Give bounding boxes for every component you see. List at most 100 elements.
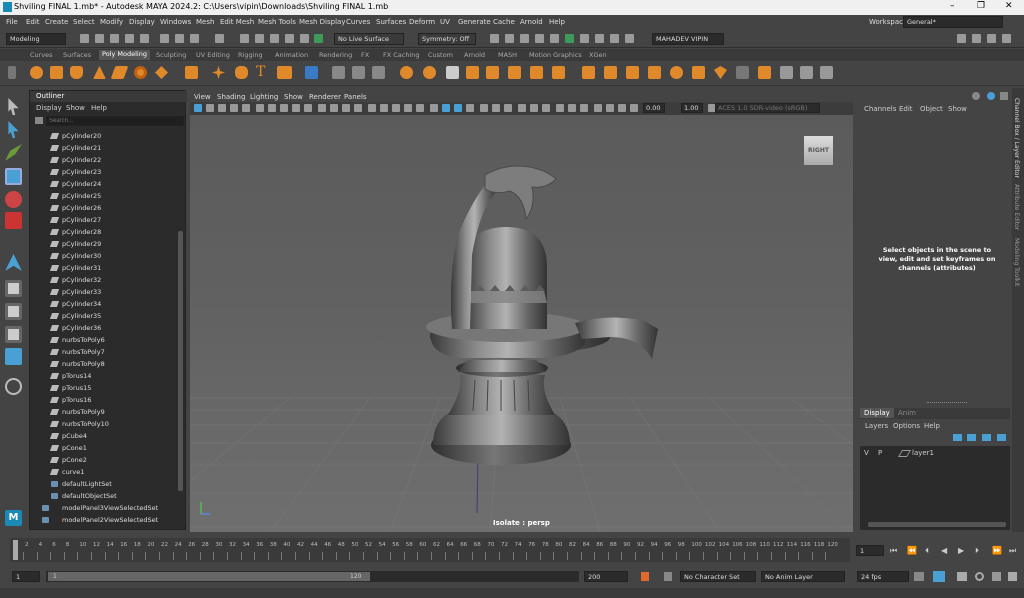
attribute-editor-icon[interactable] — [987, 34, 996, 43]
menu-windows[interactable]: Windows — [160, 18, 191, 26]
viewport-toolbar-icon[interactable] — [442, 104, 450, 112]
viewport-toolbar-icon[interactable] — [630, 104, 638, 112]
search-icon[interactable] — [5, 378, 22, 395]
shelf-tab-arnold[interactable]: Arnold — [464, 51, 485, 59]
last-tool-icon[interactable] — [5, 254, 22, 271]
circularize-icon[interactable] — [736, 66, 749, 79]
snap-curve-icon[interactable] — [255, 34, 264, 43]
playback-speed-icon[interactable] — [992, 572, 1001, 581]
outliner-filter-icon[interactable] — [35, 117, 43, 124]
range-handle[interactable] — [48, 572, 370, 581]
shelf-tab-curves[interactable]: Curves — [30, 51, 53, 59]
platonic-solid-icon[interactable] — [185, 66, 198, 79]
current-frame-field[interactable]: 1 — [856, 545, 884, 556]
viewport-toolbar-icon[interactable] — [304, 104, 312, 112]
bevel-icon[interactable] — [582, 66, 595, 79]
side-tab-attribute-editor[interactable]: Attribute Editor — [1013, 184, 1020, 230]
anim-start-field[interactable]: 1 — [12, 571, 40, 582]
layer-row[interactable]: V P layer1 — [860, 448, 1010, 459]
poly-sphere-icon[interactable] — [30, 66, 43, 79]
shelf-tab-sculpting[interactable]: Sculpting — [156, 51, 186, 59]
viewport-toolbar-icon[interactable] — [492, 104, 500, 112]
viewport-toolbar-icon[interactable] — [556, 104, 564, 112]
menu-help[interactable]: Help — [549, 18, 565, 26]
shelf-tab-fx-caching[interactable]: FX Caching — [383, 51, 420, 59]
select-tool-icon[interactable] — [8, 98, 19, 115]
current-time-marker[interactable] — [13, 540, 18, 560]
menu-mesh[interactable]: Mesh — [196, 18, 214, 26]
outliner-item[interactable]: pCylinder25 — [30, 190, 178, 202]
vp-menu-show[interactable]: Show — [284, 93, 303, 101]
render-frame-icon[interactable] — [505, 34, 514, 43]
outliner-item[interactable]: nurbsToPoly7 — [30, 346, 178, 358]
viewport-toolbar-icon[interactable] — [242, 104, 250, 112]
layer-menu-help[interactable]: Help — [924, 422, 940, 430]
hypershade-icon[interactable] — [550, 34, 559, 43]
playblast-icon[interactable] — [610, 34, 619, 43]
shelf-settings-icon[interactable] — [8, 66, 16, 79]
vp-menu-panels[interactable]: Panels — [344, 93, 367, 101]
menu-modify[interactable]: Modify — [100, 18, 123, 26]
viewport-toolbar-icon[interactable] — [454, 104, 462, 112]
shelf-tab-surfaces[interactable]: Surfaces — [63, 51, 91, 59]
menu-surfaces[interactable]: Surfaces — [376, 18, 406, 26]
shelf-tab-motion-graphics[interactable]: Motion Graphics — [529, 51, 582, 59]
tool-settings-icon[interactable] — [1002, 34, 1011, 43]
outliner-item[interactable]: pCylinder28 — [30, 226, 178, 238]
menu-edit[interactable]: Edit — [26, 18, 40, 26]
minimize-button[interactable]: – — [950, 1, 955, 11]
open-scene-icon[interactable] — [95, 34, 104, 43]
viewport-toolbar-icon[interactable] — [368, 104, 376, 112]
range-bar[interactable]: 1 120 — [46, 571, 579, 582]
outliner-item[interactable]: defaultLightSet — [30, 478, 178, 490]
menu-mesh-tools[interactable]: Mesh Tools — [258, 18, 296, 26]
graph-editor-icon[interactable] — [933, 571, 945, 582]
sweep-mesh-icon[interactable] — [235, 66, 248, 79]
mode-dropdown[interactable]: Modeling — [6, 33, 66, 45]
new-scene-icon[interactable] — [80, 34, 89, 43]
command-line[interactable] — [0, 588, 1024, 598]
outliner-layout-icon[interactable] — [5, 348, 22, 365]
shelf-tab-fx[interactable]: FX — [361, 51, 369, 59]
paint-select-icon[interactable] — [5, 144, 22, 161]
viewport-toolbar-icon[interactable] — [542, 104, 550, 112]
vp-menu-renderer[interactable]: Renderer — [309, 93, 341, 101]
side-tab-modeling-toolkit[interactable]: Modeling Toolkit — [1013, 238, 1020, 286]
rotate-tool-icon[interactable] — [5, 191, 22, 208]
auto-map-icon[interactable] — [820, 66, 833, 79]
layer-tab-anim[interactable]: Anim — [898, 409, 916, 417]
smooth-icon[interactable] — [372, 66, 385, 79]
modeling-toolkit-icon[interactable] — [972, 34, 981, 43]
fps-dropdown[interactable]: 24 fps — [857, 571, 909, 582]
layer-playback-toggle[interactable]: P — [878, 449, 882, 457]
undo-icon[interactable] — [125, 34, 134, 43]
separate-icon[interactable] — [352, 66, 365, 79]
viewport-toolbar-icon[interactable] — [256, 104, 264, 112]
reduce-icon[interactable] — [466, 66, 479, 79]
channel-menu-object[interactable]: Object — [920, 105, 943, 113]
four-view-icon[interactable] — [5, 303, 22, 320]
selection-mask-icon[interactable] — [215, 34, 224, 43]
viewport-toolbar-icon[interactable] — [230, 104, 238, 112]
anim-end-field[interactable]: 200 — [584, 571, 628, 582]
anim-layer-dropdown[interactable]: No Anim Layer — [761, 571, 845, 582]
viewport-toolbar-icon[interactable] — [392, 104, 400, 112]
outliner-item[interactable]: pCylinder34 — [30, 298, 178, 310]
outliner-item[interactable]: pCube4 — [30, 430, 178, 442]
channel-box-refresh-icon[interactable] — [987, 92, 995, 100]
character-set-dropdown[interactable]: No Character Set — [680, 571, 756, 582]
outliner-item[interactable]: nurbsToPoly9 — [30, 406, 178, 418]
shelf-tab-rigging[interactable]: Rigging — [238, 51, 263, 59]
shelf-tab-rendering[interactable]: Rendering — [319, 51, 352, 59]
shelf-tab-xgen[interactable]: XGen — [589, 51, 607, 59]
move-layer-down-icon[interactable] — [997, 434, 1006, 441]
outliner-item[interactable]: pCylinder36 — [30, 322, 178, 334]
channel-menu-edit[interactable]: Edit — [899, 105, 913, 113]
outliner-item[interactable]: pCylinder29 — [30, 238, 178, 250]
type-grid-icon[interactable] — [305, 66, 318, 79]
color-space-dropdown[interactable]: ACES 1.0 SDR-video (sRGB) — [715, 103, 820, 113]
outliner-item[interactable]: pCylinder21 — [30, 142, 178, 154]
remesh-icon[interactable] — [486, 66, 499, 79]
exposure-field[interactable]: 0.00 — [643, 103, 665, 113]
panel-splitter[interactable] — [927, 402, 967, 403]
